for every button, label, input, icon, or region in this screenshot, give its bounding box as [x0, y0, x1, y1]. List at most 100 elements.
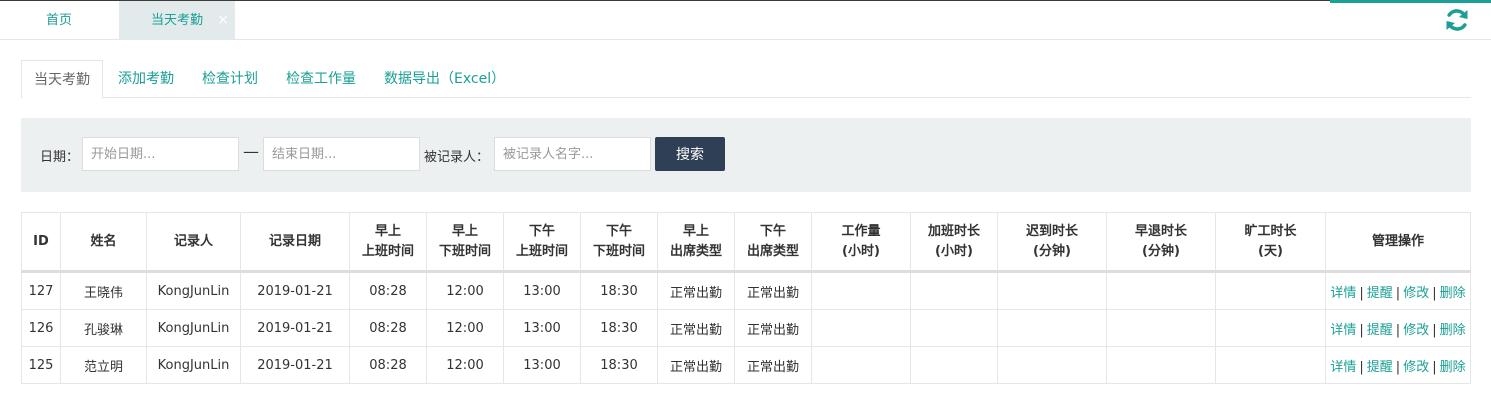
header-line: (分钟): [1033, 243, 1071, 259]
recorder-cell: KongJunLin: [146, 271, 241, 310]
header-line: 加班时长: [927, 223, 980, 239]
absent-cell: [1215, 271, 1326, 310]
action-separator: |: [1359, 322, 1364, 338]
pm-in-cell: 13:00: [503, 309, 581, 347]
remind-link[interactable]: 提醒: [1367, 360, 1393, 375]
column-header: 下午 上班时间: [503, 212, 581, 272]
detail-link[interactable]: 详情: [1330, 286, 1356, 301]
header-line: 记录人: [173, 233, 213, 249]
header-line: (分钟): [1142, 243, 1180, 259]
name-cell: 王晓伟: [60, 271, 147, 310]
header-line: (天): [1258, 243, 1283, 259]
header-line: 下午: [759, 223, 786, 239]
pm-type-cell: 正常出勤: [734, 271, 812, 310]
table-body: 127 王晓伟 KongJunLin 2019-01-21 08:28 12:00 13:0…: [21, 271, 1471, 384]
header-line: 上班时间: [515, 243, 568, 259]
header-line: 早上: [682, 223, 709, 239]
tab-check-workload[interactable]: 检查工作量: [286, 60, 356, 98]
tab-add-attendance[interactable]: 添加考勤: [118, 60, 174, 98]
action-separator: |: [1359, 359, 1364, 375]
column-header: 早退时长 (分钟): [1106, 212, 1216, 272]
header-line: 早上: [451, 223, 478, 239]
early-leave-cell: [1106, 346, 1216, 384]
start-date-input[interactable]: [82, 137, 239, 171]
actions-cell: 详情 | 提醒 | 修改 | 删除: [1325, 346, 1471, 384]
pm-type-cell: 正常出勤: [734, 309, 812, 347]
detail-link[interactable]: 详情: [1330, 360, 1356, 375]
column-header: 记录人: [146, 212, 241, 272]
person-input[interactable]: [494, 137, 651, 171]
header-line: 下午: [605, 223, 632, 239]
actions-cell: 详情 | 提醒 | 修改 | 删除: [1325, 309, 1471, 347]
column-header: 旷工时长 (天): [1215, 212, 1326, 272]
tab-today-attendance[interactable]: 当天考勤: [21, 60, 103, 99]
header-line: 旷工时长: [1244, 223, 1297, 239]
header-line: 出席类型: [746, 243, 799, 259]
refresh-icon[interactable]: [1444, 7, 1470, 33]
edit-link[interactable]: 修改: [1403, 323, 1429, 338]
edit-link[interactable]: 修改: [1403, 286, 1429, 301]
workload-cell: [811, 271, 911, 310]
detail-link[interactable]: 详情: [1330, 323, 1356, 338]
column-header: 工作量 (小时): [811, 212, 911, 272]
actions-cell: 详情 | 提醒 | 修改 | 删除: [1325, 271, 1471, 310]
am-out-cell: 12:00: [426, 346, 504, 384]
header-line: 记录日期: [268, 233, 321, 249]
id-cell: 126: [21, 309, 61, 347]
header-line: ID: [33, 233, 49, 249]
action-separator: |: [1432, 285, 1437, 301]
table-row: 125 范立明 KongJunLin 2019-01-21 08:28 12:00 13:0…: [21, 346, 1471, 384]
column-header: 下午 出席类型: [734, 212, 812, 272]
column-header: ID: [21, 212, 61, 272]
date-cell: 2019-01-21: [240, 346, 350, 384]
name-cell: 孔骏琳: [60, 309, 147, 347]
header-line: 出席类型: [669, 243, 722, 259]
date-range-dash: —: [243, 142, 259, 161]
pm-out-cell: 18:30: [580, 271, 658, 310]
top-tab-home[interactable]: 首页: [0, 1, 118, 40]
am-type-cell: 正常出勤: [657, 346, 735, 384]
am-out-cell: 12:00: [426, 309, 504, 347]
delete-link[interactable]: 删除: [1440, 286, 1466, 301]
column-header: 早上 出席类型: [657, 212, 735, 272]
sub-tab-bar: 当天考勤 添加考勤 检查计划 检查工作量 数据导出（Excel）: [21, 60, 1471, 99]
search-button[interactable]: 搜索: [655, 137, 725, 171]
action-separator: |: [1395, 285, 1401, 301]
early-leave-cell: [1106, 271, 1216, 310]
header-line: 上班时间: [361, 243, 414, 259]
late-cell: [997, 271, 1107, 310]
top-tab-attendance[interactable]: 当天考勤 ×: [119, 1, 235, 40]
date-cell: 2019-01-21: [240, 271, 350, 310]
close-icon[interactable]: ×: [217, 1, 229, 40]
recorder-cell: KongJunLin: [146, 309, 241, 347]
attendance-table: ID 姓名 记录人 记录日期 早上 上班时间 早上 下班时间 下午 上班时间 下午 下班时间 早上 出席类…: [21, 212, 1471, 384]
table-row: 126 孔骏琳 KongJunLin 2019-01-21 08:28 12:00 13:0…: [21, 309, 1471, 347]
delete-link[interactable]: 删除: [1440, 360, 1466, 375]
column-header: 迟到时长 (分钟): [997, 212, 1107, 272]
pm-type-cell: 正常出勤: [734, 346, 812, 384]
header-line: 下班时间: [438, 243, 491, 259]
date-label: 日期：: [40, 150, 80, 165]
end-date-input[interactable]: [263, 137, 420, 171]
remind-link[interactable]: 提醒: [1367, 286, 1393, 301]
absent-cell: [1215, 309, 1326, 347]
am-in-cell: 08:28: [349, 271, 427, 310]
am-out-cell: 12:00: [426, 271, 504, 310]
table-row: 127 王晓伟 KongJunLin 2019-01-21 08:28 12:00 13:0…: [21, 271, 1471, 310]
action-separator: |: [1395, 359, 1401, 375]
delete-link[interactable]: 删除: [1440, 323, 1466, 338]
header-line: 早退时长: [1134, 223, 1187, 239]
column-header: 记录日期: [240, 212, 350, 272]
pm-in-cell: 13:00: [503, 346, 581, 384]
remind-link[interactable]: 提醒: [1367, 323, 1393, 338]
am-type-cell: 正常出勤: [657, 271, 735, 310]
tab-check-plan[interactable]: 检查计划: [202, 60, 258, 98]
table-header: ID 姓名 记录人 记录日期 早上 上班时间 早上 下班时间 下午 上班时间 下午 下班时间 早上 出席类…: [21, 212, 1471, 272]
top-tab-label: 首页: [45, 13, 72, 28]
column-header: 早上 上班时间: [349, 212, 427, 272]
tab-export-excel[interactable]: 数据导出（Excel）: [384, 60, 505, 98]
column-header: 下午 下班时间: [580, 212, 658, 272]
header-line: 下午: [528, 223, 555, 239]
top-tab-bar: 首页 当天考勤 ×: [0, 0, 1491, 40]
edit-link[interactable]: 修改: [1403, 360, 1429, 375]
